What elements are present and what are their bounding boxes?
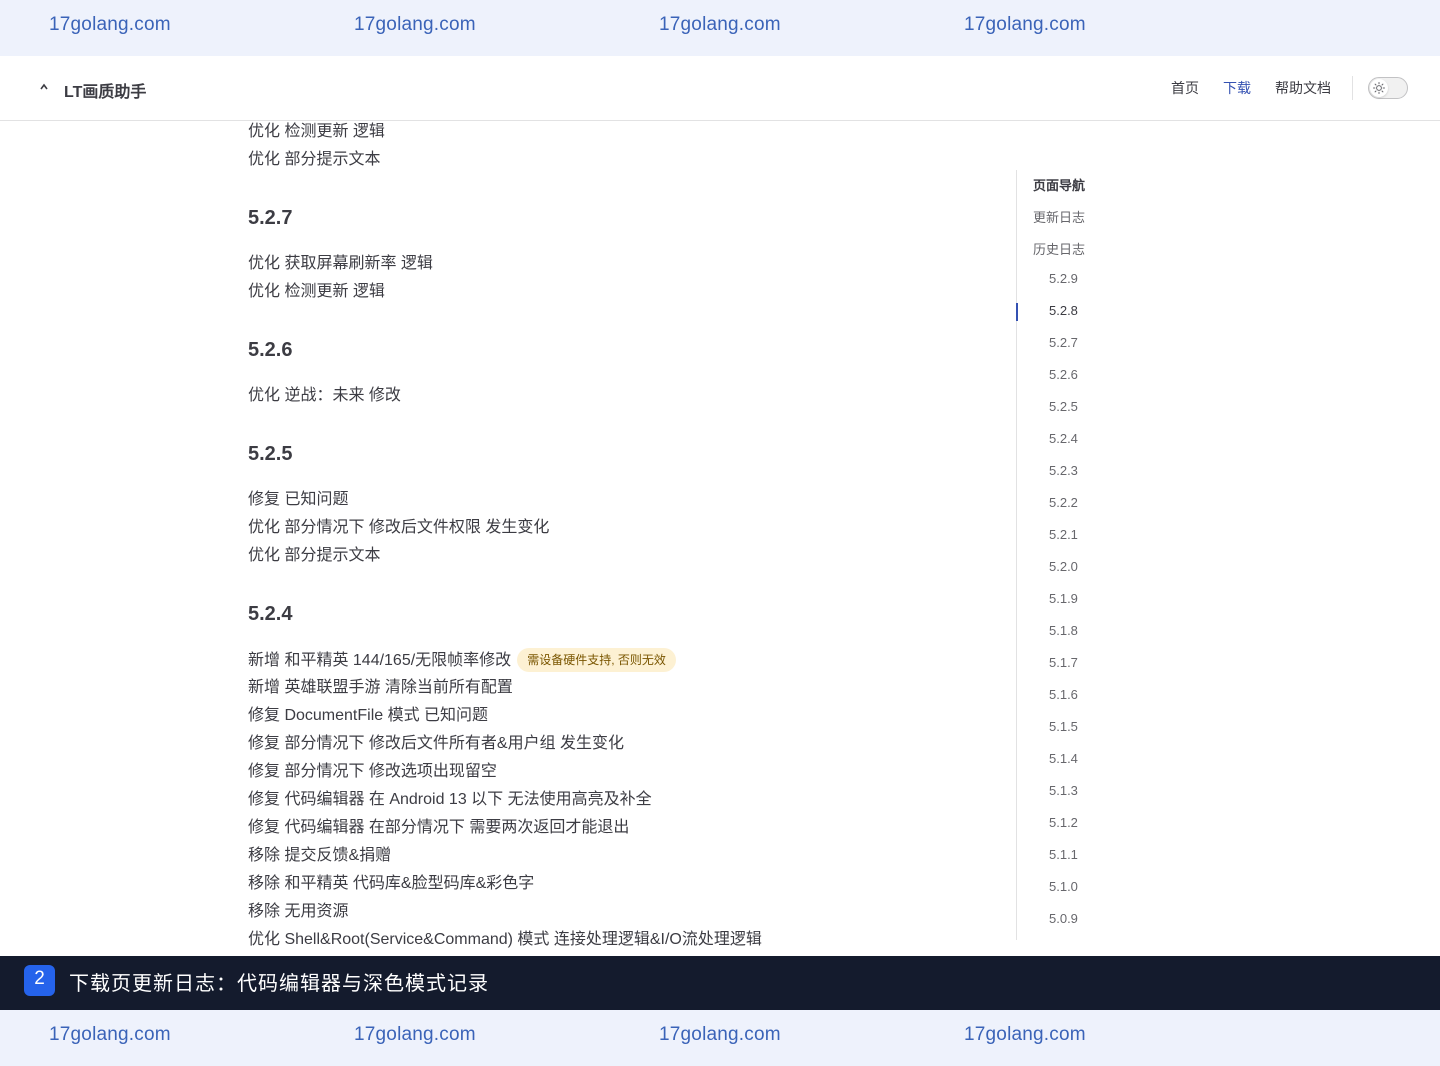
watermark-text: 17golang.com	[964, 1024, 1086, 1045]
caption-number-badge: 2	[24, 965, 55, 996]
changelog-line: 移除 提交反馈&捐赠	[248, 847, 392, 864]
sun-icon	[1373, 82, 1385, 94]
outline-active-marker	[1016, 303, 1018, 321]
changelog-line: 修复 代码编辑器 在 Android 13 以下 无法使用高亮及补全	[248, 791, 652, 808]
changelog-line: 修复 已知问题	[248, 491, 349, 508]
outline-item-version[interactable]: 5.1.0	[1049, 879, 1078, 894]
version-heading-5-2-6: 5.2.6	[248, 339, 293, 361]
version-heading-5-2-5: 5.2.5	[248, 443, 293, 465]
watermark-text: 17golang.com	[659, 14, 781, 35]
nav-link-home[interactable]: 首页	[1171, 78, 1199, 98]
changelog-line: 修复 部分情况下 修改后文件所有者&用户组 发生变化	[248, 735, 625, 752]
changelog-line: 优化 逆战：未来 修改	[248, 387, 401, 404]
caption-banner: 2 下载页更新日志：代码编辑器与深色模式记录	[0, 956, 1440, 1010]
watermark-text: 17golang.com	[354, 1024, 476, 1045]
watermark-text: 17golang.com	[49, 14, 171, 35]
outline-item-version[interactable]: 5.0.9	[1049, 911, 1078, 926]
changelog-line: 新增 英雄联盟手游 清除当前所有配置	[248, 679, 513, 696]
watermark-text: 17golang.com	[964, 14, 1086, 35]
version-heading-5-2-4: 5.2.4	[248, 603, 293, 625]
changelog-line: 优化 检测更新 逻辑	[248, 283, 385, 300]
changelog-line: 修复 DocumentFile 模式 已知问题	[248, 707, 489, 724]
outline-item-version[interactable]: 5.1.1	[1049, 847, 1078, 862]
nav-link-download[interactable]: 下载	[1223, 78, 1251, 98]
outline-item-version[interactable]: 5.1.7	[1049, 655, 1078, 670]
outline-item-version[interactable]: 5.2.1	[1049, 527, 1078, 542]
logo-icon[interactable]	[39, 81, 49, 93]
watermark-bar-top: 17golang.com 17golang.com 17golang.com 1…	[0, 0, 1440, 56]
outline-item-version[interactable]: 5.2.6	[1049, 367, 1078, 382]
nav-link-help-docs[interactable]: 帮助文档	[1275, 78, 1331, 98]
changelog-line: 优化 部分提示文本	[248, 151, 381, 168]
outline-title: 页面导航	[1033, 178, 1086, 193]
watermark-text: 17golang.com	[354, 14, 476, 35]
outline-item-version[interactable]: 5.2.7	[1049, 335, 1078, 350]
changelog-line: 移除 无用资源	[248, 903, 349, 920]
version-heading-5-2-7: 5.2.7	[248, 207, 293, 229]
nav-divider	[1352, 76, 1353, 100]
page-outline: 页面导航 更新日志 历史日志 5.2.9 5.2.8 5.2.7 5.2.6 5.2.5…	[1016, 170, 1276, 940]
outline-item-version[interactable]: 5.1.4	[1049, 751, 1078, 766]
outline-item-version[interactable]: 5.2.4	[1049, 431, 1078, 446]
outline-item-version[interactable]: 5.2.8	[1049, 303, 1078, 318]
outline-item-version[interactable]: 5.2.2	[1049, 495, 1078, 510]
outline-item-version[interactable]: 5.2.3	[1049, 463, 1078, 478]
outline-item-version[interactable]: 5.1.6	[1049, 687, 1078, 702]
changelog-line: 优化 部分情况下 修改后文件权限 发生变化	[248, 519, 550, 536]
top-navbar: LT画质助手 首页 下载 帮助文档	[0, 56, 1440, 121]
changelog-line: 优化 检测更新 逻辑	[248, 123, 385, 140]
outline-item-version[interactable]: 5.2.5	[1049, 399, 1078, 414]
outline-item-version[interactable]: 5.1.2	[1049, 815, 1078, 830]
outline-item-version[interactable]: 5.1.8	[1049, 623, 1078, 638]
caption-text: 下载页更新日志：代码编辑器与深色模式记录	[69, 973, 489, 995]
theme-toggle-knob	[1370, 79, 1388, 97]
changelog-line: 新增 和平精英 144/165/无限帧率修改 需设备硬件支持, 否则无效	[248, 648, 676, 672]
changelog-line: 修复 代码编辑器 在部分情况下 需要两次返回才能退出	[248, 819, 630, 836]
warning-badge: 需设备硬件支持, 否则无效	[517, 648, 676, 672]
theme-toggle[interactable]	[1368, 77, 1408, 99]
outline-item-version[interactable]: 5.1.9	[1049, 591, 1078, 606]
watermark-text: 17golang.com	[49, 1024, 171, 1045]
changelog-line: 优化 部分提示文本	[248, 547, 381, 564]
watermark-text: 17golang.com	[659, 1024, 781, 1045]
outline-item-history[interactable]: 历史日志	[1033, 239, 1085, 258]
outline-item-version[interactable]: 5.2.0	[1049, 559, 1078, 574]
changelog-line-text: 新增 和平精英 144/165/无限帧率修改	[248, 652, 512, 669]
changelog-line: 优化 Shell&Root(Service&Command) 模式 连接处理逻辑…	[248, 931, 762, 948]
outline-item-changelog[interactable]: 更新日志	[1033, 207, 1085, 226]
outline-item-version[interactable]: 5.1.3	[1049, 783, 1078, 798]
changelog-line: 优化 获取屏幕刷新率 逻辑	[248, 255, 433, 272]
changelog-line: 移除 和平精英 代码库&脸型码库&彩色字	[248, 875, 535, 892]
changelog-line: 修复 部分情况下 修改选项出现留空	[248, 763, 497, 780]
watermark-bar-bottom: 17golang.com 17golang.com 17golang.com 1…	[0, 1010, 1440, 1066]
site-title[interactable]: LT画质助手	[64, 78, 146, 102]
outline-item-version[interactable]: 5.2.9	[1049, 271, 1078, 286]
outline-item-version[interactable]: 5.1.5	[1049, 719, 1078, 734]
